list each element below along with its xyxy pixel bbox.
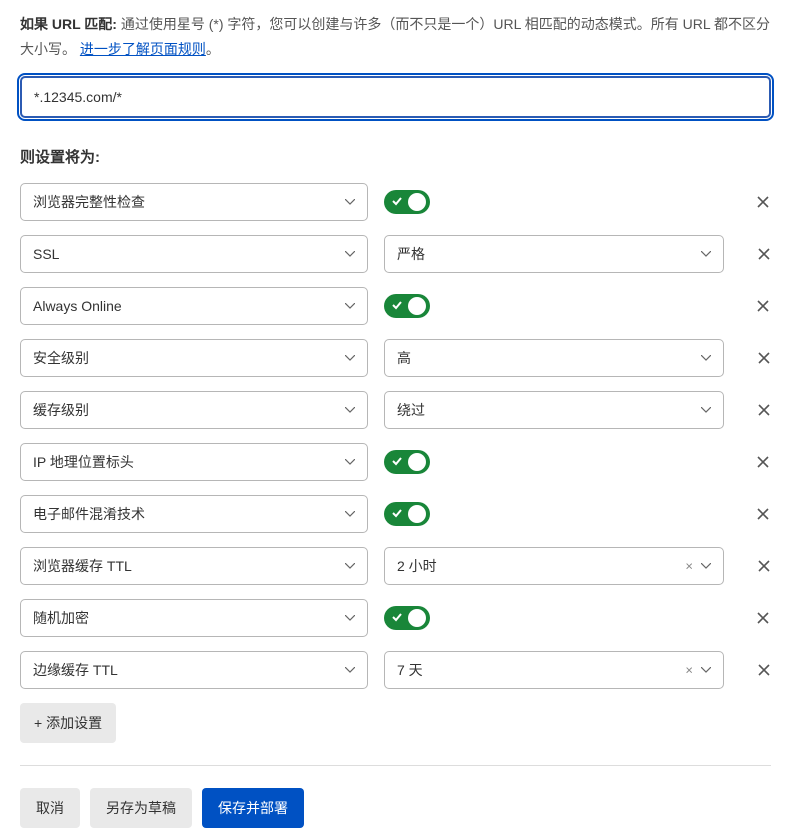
setting-select[interactable]: 电子邮件混淆技术 bbox=[20, 495, 368, 533]
value-select[interactable]: 严格 bbox=[384, 235, 724, 273]
setting-label: SSL bbox=[33, 246, 59, 262]
chevron-down-icon bbox=[345, 251, 355, 257]
value-select[interactable]: 高 bbox=[384, 339, 724, 377]
setting-row: 浏览器缓存 TTL 2 小时 × bbox=[20, 547, 771, 585]
check-icon bbox=[391, 611, 403, 623]
setting-label: 安全级别 bbox=[33, 348, 89, 368]
setting-select[interactable]: 浏览器完整性检查 bbox=[20, 183, 368, 221]
toggle-knob bbox=[408, 505, 426, 523]
remove-setting-button[interactable] bbox=[756, 402, 771, 418]
cancel-button[interactable]: 取消 bbox=[20, 788, 80, 828]
setting-row: 随机加密 bbox=[20, 599, 771, 637]
value-select[interactable]: 7 天 × bbox=[384, 651, 724, 689]
setting-label: IP 地理位置标头 bbox=[33, 452, 134, 472]
toggle-switch[interactable] bbox=[384, 294, 430, 318]
setting-row: Always Online bbox=[20, 287, 771, 325]
chevron-down-icon bbox=[345, 511, 355, 517]
url-match-description: 通过使用星号 (*) 字符，您可以创建与许多（而不只是一个）URL 相匹配的动态… bbox=[20, 16, 770, 57]
url-match-heading: 如果 URL 匹配: bbox=[20, 16, 117, 32]
chevron-down-icon bbox=[345, 303, 355, 309]
setting-label: Always Online bbox=[33, 298, 122, 314]
save-deploy-button[interactable]: 保存并部署 bbox=[202, 788, 304, 828]
value-label: 7 天 bbox=[397, 660, 423, 680]
remove-setting-button[interactable] bbox=[755, 194, 771, 210]
toggle-knob bbox=[408, 609, 426, 627]
setting-select[interactable]: IP 地理位置标头 bbox=[20, 443, 368, 481]
remove-setting-button[interactable] bbox=[756, 662, 771, 678]
setting-label: 边缘缓存 TTL bbox=[33, 660, 118, 680]
value-label: 严格 bbox=[397, 244, 425, 264]
learn-more-link[interactable]: 进一步了解页面规则 bbox=[80, 41, 206, 57]
setting-select[interactable]: 浏览器缓存 TTL bbox=[20, 547, 368, 585]
setting-select[interactable]: Always Online bbox=[20, 287, 368, 325]
check-icon bbox=[391, 195, 403, 207]
remove-setting-button[interactable] bbox=[756, 350, 771, 366]
toggle-knob bbox=[408, 297, 426, 315]
chevron-down-icon bbox=[701, 563, 711, 569]
toggle-knob bbox=[408, 453, 426, 471]
toggle-knob bbox=[408, 193, 426, 211]
toggle-switch[interactable] bbox=[384, 502, 430, 526]
url-match-section: 如果 URL 匹配: 通过使用星号 (*) 字符，您可以创建与许多（而不只是一个… bbox=[20, 12, 771, 118]
chevron-down-icon bbox=[345, 459, 355, 465]
setting-row: IP 地理位置标头 bbox=[20, 443, 771, 481]
setting-select[interactable]: 安全级别 bbox=[20, 339, 368, 377]
toggle-switch[interactable] bbox=[384, 450, 430, 474]
remove-setting-button[interactable] bbox=[755, 454, 771, 470]
setting-label: 随机加密 bbox=[33, 608, 89, 628]
chevron-down-icon bbox=[345, 615, 355, 621]
chevron-down-icon bbox=[345, 355, 355, 361]
chevron-down-icon bbox=[345, 199, 355, 205]
setting-row: 浏览器完整性检查 bbox=[20, 183, 771, 221]
setting-select[interactable]: 随机加密 bbox=[20, 599, 368, 637]
setting-select[interactable]: 缓存级别 bbox=[20, 391, 368, 429]
remove-setting-button[interactable] bbox=[755, 610, 771, 626]
chevron-down-icon bbox=[345, 563, 355, 569]
setting-label: 浏览器缓存 TTL bbox=[33, 556, 132, 576]
setting-select[interactable]: 边缘缓存 TTL bbox=[20, 651, 368, 689]
url-pattern-input[interactable] bbox=[20, 76, 771, 118]
setting-row: 安全级别 高 bbox=[20, 339, 771, 377]
setting-row: SSL 严格 bbox=[20, 235, 771, 273]
setting-label: 电子邮件混淆技术 bbox=[33, 504, 145, 524]
save-draft-button[interactable]: 另存为草稿 bbox=[90, 788, 192, 828]
setting-row: 边缘缓存 TTL 7 天 × bbox=[20, 651, 771, 689]
check-icon bbox=[391, 299, 403, 311]
remove-setting-button[interactable] bbox=[755, 506, 771, 522]
value-label: 绕过 bbox=[397, 400, 425, 420]
setting-label: 缓存级别 bbox=[33, 400, 89, 420]
chevron-down-icon bbox=[701, 251, 711, 257]
remove-setting-button[interactable] bbox=[756, 246, 771, 262]
check-icon bbox=[391, 507, 403, 519]
toggle-switch[interactable] bbox=[384, 606, 430, 630]
divider bbox=[20, 765, 771, 766]
clear-icon[interactable]: × bbox=[685, 559, 693, 574]
setting-label: 浏览器完整性检查 bbox=[33, 192, 145, 212]
chevron-down-icon bbox=[345, 667, 355, 673]
add-setting-button[interactable]: + 添加设置 bbox=[20, 703, 116, 743]
chevron-down-icon bbox=[701, 667, 711, 673]
chevron-down-icon bbox=[345, 407, 355, 413]
chevron-down-icon bbox=[701, 355, 711, 361]
period: 。 bbox=[206, 41, 220, 57]
value-select[interactable]: 绕过 bbox=[384, 391, 724, 429]
toggle-switch[interactable] bbox=[384, 190, 430, 214]
setting-row: 电子邮件混淆技术 bbox=[20, 495, 771, 533]
value-label: 2 小时 bbox=[397, 556, 437, 576]
settings-rows: 浏览器完整性检查 SSL 严格 Always Online bbox=[20, 183, 771, 689]
check-icon bbox=[391, 455, 403, 467]
value-label: 高 bbox=[397, 348, 411, 368]
setting-select[interactable]: SSL bbox=[20, 235, 368, 273]
value-select[interactable]: 2 小时 × bbox=[384, 547, 724, 585]
remove-setting-button[interactable] bbox=[756, 558, 771, 574]
setting-row: 缓存级别 绕过 bbox=[20, 391, 771, 429]
footer-buttons: 取消 另存为草稿 保存并部署 bbox=[20, 788, 771, 828]
settings-heading: 则设置将为: bbox=[20, 146, 771, 167]
chevron-down-icon bbox=[701, 407, 711, 413]
clear-icon[interactable]: × bbox=[685, 663, 693, 678]
remove-setting-button[interactable] bbox=[755, 298, 771, 314]
